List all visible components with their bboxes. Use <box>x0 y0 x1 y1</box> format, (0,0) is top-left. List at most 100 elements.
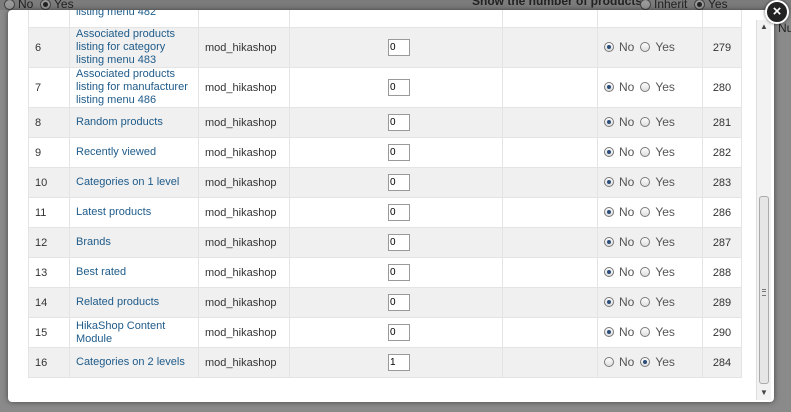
empty-cell <box>502 167 598 198</box>
radio-yes[interactable]: Yes <box>640 80 675 94</box>
empty-cell <box>502 27 598 68</box>
radio-no-icon <box>604 327 614 337</box>
radio-no-icon <box>604 357 614 367</box>
module-title-cell: Related products <box>69 287 199 318</box>
background-radio-yes[interactable] <box>40 0 52 11</box>
radio-yes[interactable]: Yes <box>640 205 675 219</box>
radio-yes[interactable]: Yes <box>640 355 675 369</box>
module-title-link[interactable]: Associated products listing for category… <box>76 28 192 67</box>
radio-no[interactable]: No <box>604 145 634 159</box>
radio-yes-icon <box>640 207 651 217</box>
ordering-input[interactable] <box>388 79 410 96</box>
radio-no-icon <box>604 237 614 247</box>
radio-no[interactable]: No <box>604 40 634 54</box>
radio-no[interactable]: No <box>604 235 634 249</box>
radio-yes[interactable]: Yes <box>640 145 675 159</box>
radio-no[interactable]: No <box>604 115 634 129</box>
radio-yes[interactable]: Yes <box>640 295 675 309</box>
empty-cell <box>502 287 598 318</box>
radio-yes-icon <box>640 42 651 52</box>
background-radio-no[interactable] <box>4 0 15 11</box>
module-id <box>702 10 742 28</box>
ordering-cell <box>289 257 503 288</box>
ordering-input[interactable] <box>388 354 410 371</box>
module-id: 290 <box>702 317 742 348</box>
radio-yes-icon <box>640 147 651 157</box>
empty-cell <box>502 10 598 28</box>
module-title-link[interactable]: Related products <box>76 296 192 309</box>
row-number: 8 <box>28 107 70 138</box>
module-title-link[interactable]: Best rated <box>76 266 192 279</box>
module-title-link[interactable]: Categories on 2 levels <box>76 356 192 369</box>
radio-no[interactable]: No <box>604 175 634 189</box>
scrollbar-thumb[interactable] <box>759 196 769 384</box>
radio-yes-icon <box>640 117 651 127</box>
modules-modal: listing menu 482 6 Associated products lis… <box>8 10 774 402</box>
module-title-cell: Categories on 1 level <box>69 167 199 198</box>
ordering-input[interactable] <box>388 144 410 161</box>
radio-yes[interactable]: Yes <box>640 265 675 279</box>
vertical-scrollbar[interactable]: ▲ ▼ <box>756 20 771 400</box>
radio-no[interactable]: No <box>604 205 634 219</box>
ordering-cell <box>289 347 503 378</box>
radio-no-icon <box>604 42 614 52</box>
published-radios: No Yes <box>597 347 703 378</box>
ordering-cell <box>289 137 503 168</box>
table-row: 10 Categories on 1 level mod_hikashop No Yes… <box>28 167 742 198</box>
radio-yes-icon <box>640 297 651 307</box>
background-radio-yes-2[interactable] <box>694 0 706 11</box>
ordering-input[interactable] <box>388 294 410 311</box>
module-id: 288 <box>702 257 742 288</box>
module-title-link[interactable]: Associated products listing for manufact… <box>76 68 192 107</box>
radio-no[interactable]: No <box>604 80 634 94</box>
module-id: 281 <box>702 107 742 138</box>
table-row: 16 Categories on 2 levels mod_hikashop No Ye… <box>28 347 742 378</box>
ordering-cell <box>289 227 503 258</box>
ordering-cell <box>289 197 503 228</box>
radio-yes[interactable]: Yes <box>640 40 675 54</box>
row-number: 14 <box>28 287 70 318</box>
module-id: 286 <box>702 197 742 228</box>
ordering-input[interactable] <box>388 264 410 281</box>
ordering-cell <box>289 107 503 138</box>
table-row: 15HikaShop Content Modulemod_hikashop No Y… <box>28 317 742 348</box>
ordering-input[interactable] <box>388 234 410 251</box>
table-row: 11 Latest products mod_hikashop No Yes 286 <box>28 197 742 228</box>
radio-yes[interactable]: Yes <box>640 115 675 129</box>
row-number: 12 <box>28 227 70 258</box>
module-title-link[interactable]: Categories on 1 level <box>76 176 192 189</box>
empty-cell <box>502 67 598 108</box>
ordering-input[interactable] <box>388 204 410 221</box>
radio-no[interactable]: No <box>604 265 634 279</box>
radio-no[interactable]: No <box>604 295 634 309</box>
radio-no-icon <box>604 177 614 187</box>
module-id: 283 <box>702 167 742 198</box>
scroll-up-arrow-icon[interactable]: ▲ <box>757 20 771 34</box>
module-title-link[interactable]: Brands <box>76 236 192 249</box>
radio-yes[interactable]: Yes <box>640 235 675 249</box>
table-row: 12 Brands mod_hikashop No Yes 287 <box>28 227 742 258</box>
module-title-link[interactable]: Random products <box>76 116 192 129</box>
module-type: mod_hikashop <box>198 257 290 288</box>
radio-no[interactable]: No <box>604 325 634 339</box>
radio-no-icon <box>604 207 614 217</box>
ordering-input[interactable] <box>388 39 410 56</box>
radio-yes-icon <box>640 267 651 277</box>
module-title-link[interactable]: Latest products <box>76 206 192 219</box>
radio-yes[interactable]: Yes <box>640 175 675 189</box>
radio-no[interactable]: No <box>604 355 634 369</box>
module-title-link[interactable]: listing menu 482 <box>76 10 192 19</box>
module-title-link[interactable]: Recently viewed <box>76 146 192 159</box>
ordering-cell <box>289 67 503 108</box>
close-modal-button[interactable]: × <box>765 0 789 24</box>
background-radio-inherit[interactable] <box>640 0 651 11</box>
module-title-link[interactable]: HikaShop Content Module <box>76 320 192 346</box>
scroll-down-arrow-icon[interactable]: ▼ <box>757 386 771 400</box>
published-radios: No Yes <box>597 197 703 228</box>
row-number: 13 <box>28 257 70 288</box>
module-type: mod_hikashop <box>198 137 290 168</box>
ordering-input[interactable] <box>388 114 410 131</box>
ordering-input[interactable] <box>388 174 410 191</box>
radio-yes[interactable]: Yes <box>640 325 675 339</box>
ordering-input[interactable] <box>388 324 410 341</box>
